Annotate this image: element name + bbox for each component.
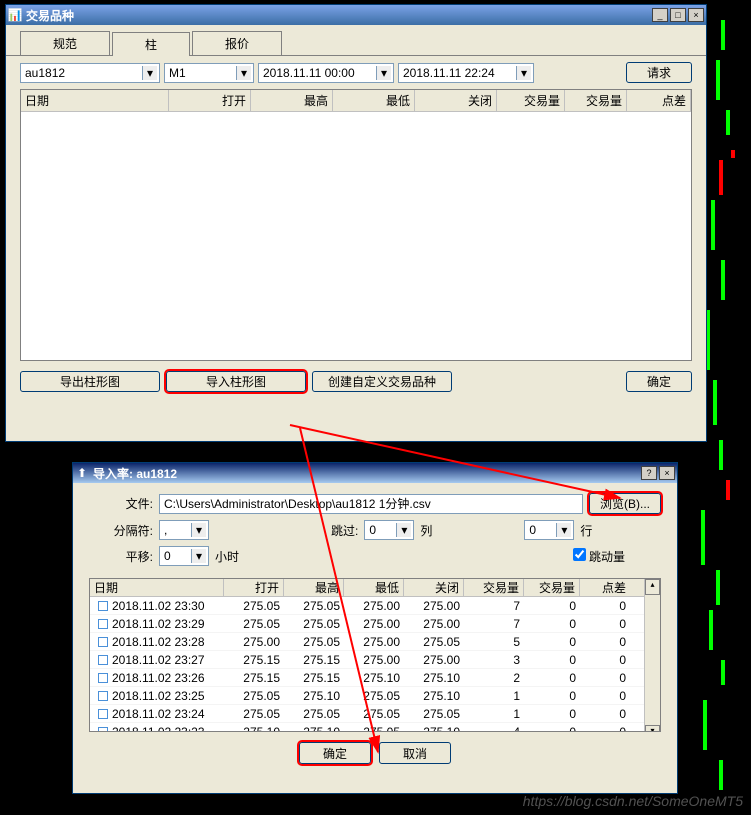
bar-icon	[98, 655, 108, 665]
preview-grid: 日期 打开 最高 最低 关闭 交易量 交易量 点差 2018.11.02 23:…	[89, 578, 661, 732]
skip-cols-combo[interactable]: 0▾	[364, 520, 414, 540]
chart-background	[701, 0, 751, 815]
bar-icon	[98, 601, 108, 611]
scroll-down-icon[interactable]: ▾	[645, 725, 660, 732]
timeframe-combo[interactable]: M1▾	[164, 63, 254, 83]
bars-grid: 日期 打开 最高 最低 关闭 交易量 交易量 点差	[20, 89, 692, 361]
app-icon: 📊	[8, 8, 22, 22]
browse-button[interactable]: 浏览(B)...	[589, 493, 661, 514]
watermark: https://blog.csdn.net/SomeOneMT5	[523, 793, 743, 809]
help-button[interactable]: ?	[641, 466, 657, 480]
file-input[interactable]	[159, 494, 583, 514]
sep-combo[interactable]: ,▾	[159, 520, 209, 540]
tab-bars[interactable]: 柱	[112, 32, 190, 56]
bar-icon	[98, 709, 108, 719]
filter-toolbar: au1812▾ M1▾ 2018.11.11 00:00▾ 2018.11.11…	[6, 56, 706, 89]
maximize-button[interactable]: □	[670, 8, 686, 22]
shift-combo[interactable]: 0▾	[159, 546, 209, 566]
chevron-down-icon[interactable]: ▾	[142, 66, 157, 80]
ok-button[interactable]: 确定	[626, 371, 692, 392]
table-row[interactable]: 2018.11.02 23:29 275.05275.05 275.00275.…	[90, 615, 644, 633]
chevron-down-icon[interactable]: ▾	[376, 66, 391, 80]
tab-quotes[interactable]: 报价	[192, 31, 282, 55]
cols-suffix: 列	[420, 522, 432, 539]
ok-button[interactable]: 确定	[299, 742, 371, 764]
grid2-header: 日期 打开 最高 最低 关闭 交易量 交易量 点差	[90, 579, 644, 597]
w1-title: 交易品种	[26, 7, 652, 24]
col-high[interactable]: 最高	[251, 90, 333, 111]
tab-spec[interactable]: 规范	[20, 31, 110, 55]
table-row[interactable]: 2018.11.02 23:23 275.10275.10 275.05275.…	[90, 723, 644, 732]
date-to-combo[interactable]: 2018.11.11 22:24▾	[398, 63, 534, 83]
scrollbar[interactable]: ▴ ▾	[644, 579, 660, 732]
table-row[interactable]: 2018.11.02 23:26 275.15275.15 275.10275.…	[90, 669, 644, 687]
chevron-down-icon[interactable]: ▾	[236, 66, 251, 80]
request-button[interactable]: 请求	[626, 62, 692, 83]
close-button[interactable]: ×	[659, 466, 675, 480]
date-from-combo[interactable]: 2018.11.11 00:00▾	[258, 63, 394, 83]
chevron-down-icon[interactable]: ▾	[516, 66, 531, 80]
tab-bar: 规范 柱 报价	[6, 25, 706, 56]
chevron-down-icon[interactable]: ▾	[191, 523, 206, 537]
symbol-combo[interactable]: au1812▾	[20, 63, 160, 83]
skip-rows-combo[interactable]: 0▾	[524, 520, 574, 540]
import-icon: ⬆	[75, 466, 89, 480]
shift-label: 平移:	[89, 548, 153, 565]
table-row[interactable]: 2018.11.02 23:28 275.00275.05 275.00275.…	[90, 633, 644, 651]
import-dialog: ⬆ 导入率: au1812 ? × 文件: 浏览(B)... 分隔符: ,▾ 跳…	[72, 462, 678, 794]
table-row[interactable]: 2018.11.02 23:30 275.05275.05 275.00275.…	[90, 597, 644, 615]
bar-icon	[98, 691, 108, 701]
tick-checkbox-input[interactable]	[573, 548, 586, 561]
minimize-button[interactable]: _	[652, 8, 668, 22]
rows-suffix: 行	[580, 522, 592, 539]
chevron-down-icon[interactable]: ▾	[191, 549, 206, 563]
form-area: 文件: 浏览(B)... 分隔符: ,▾ 跳过: 0▾ 列 0▾ 行 平移: 0…	[73, 483, 677, 578]
sep-label: 分隔符:	[89, 522, 153, 539]
chevron-down-icon[interactable]: ▾	[396, 523, 411, 537]
col-spread[interactable]: 点差	[627, 90, 691, 111]
symbol-window: 📊 交易品种 _ □ × 规范 柱 报价 au1812▾ M1▾ 2018.11…	[5, 4, 707, 442]
file-label: 文件:	[89, 495, 153, 512]
button-row: 导出柱形图 导入柱形图 创建自定义交易品种 确定	[6, 361, 706, 398]
cancel-button[interactable]: 取消	[379, 742, 451, 764]
w2-titlebar: ⬆ 导入率: au1812 ? ×	[73, 463, 677, 483]
create-symbol-button[interactable]: 创建自定义交易品种	[312, 371, 452, 392]
tick-checkbox[interactable]: 跳动量	[573, 548, 625, 565]
scroll-up-icon[interactable]: ▴	[645, 579, 660, 595]
grid-header: 日期 打开 最高 最低 关闭 交易量 交易量 点差	[21, 90, 691, 112]
chevron-down-icon[interactable]: ▾	[556, 523, 571, 537]
shift-suffix: 小时	[215, 548, 239, 565]
col-vol1[interactable]: 交易量	[497, 90, 565, 111]
w2-title: 导入率: au1812	[93, 465, 641, 482]
table-row[interactable]: 2018.11.02 23:25 275.05275.10 275.05275.…	[90, 687, 644, 705]
grid-body-empty	[21, 112, 691, 360]
table-row[interactable]: 2018.11.02 23:27 275.15275.15 275.00275.…	[90, 651, 644, 669]
export-button[interactable]: 导出柱形图	[20, 371, 160, 392]
skip-label: 跳过:	[331, 522, 358, 539]
col-vol2[interactable]: 交易量	[565, 90, 627, 111]
col-open[interactable]: 打开	[169, 90, 251, 111]
bar-icon	[98, 637, 108, 647]
col-low[interactable]: 最低	[333, 90, 415, 111]
dialog-buttons: 确定 取消	[73, 732, 677, 774]
col-close[interactable]: 关闭	[415, 90, 497, 111]
close-button[interactable]: ×	[688, 8, 704, 22]
col-date[interactable]: 日期	[21, 90, 169, 111]
import-button[interactable]: 导入柱形图	[166, 371, 306, 392]
table-row[interactable]: 2018.11.02 23:24 275.05275.05 275.05275.…	[90, 705, 644, 723]
bar-icon	[98, 619, 108, 629]
w1-titlebar: 📊 交易品种 _ □ ×	[6, 5, 706, 25]
bar-icon	[98, 673, 108, 683]
